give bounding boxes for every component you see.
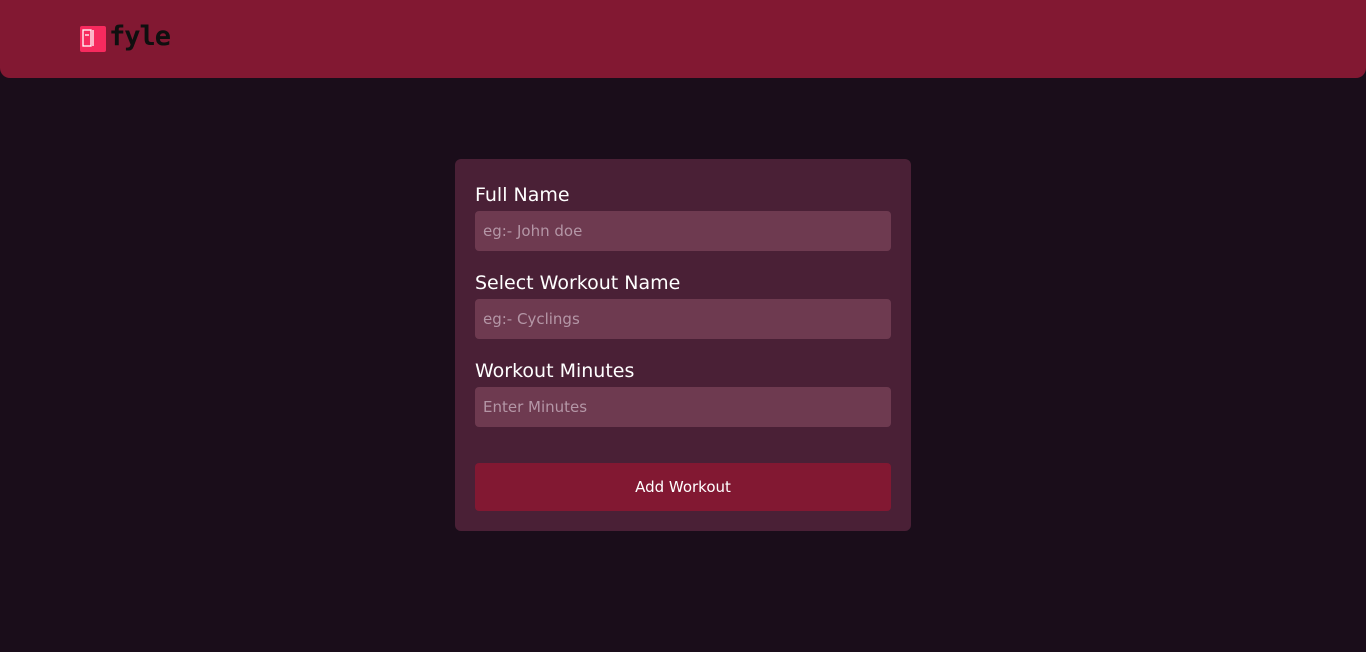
brand-logo[interactable]: fyle — [80, 21, 171, 52]
workout-name-label: Select Workout Name — [475, 272, 681, 294]
add-workout-form: Full Name Select Workout Name Workout Mi… — [455, 159, 911, 531]
workout-minutes-input[interactable] — [475, 387, 891, 427]
full-name-input[interactable] — [475, 211, 891, 251]
logo-mark-icon — [80, 26, 106, 52]
brand-name: fyle — [109, 21, 171, 52]
add-workout-button[interactable]: Add Workout — [475, 463, 891, 511]
full-name-label: Full Name — [475, 184, 570, 206]
workout-name-input[interactable] — [475, 299, 891, 339]
top-header: fyle — [0, 0, 1366, 78]
workout-minutes-label: Workout Minutes — [475, 360, 635, 382]
